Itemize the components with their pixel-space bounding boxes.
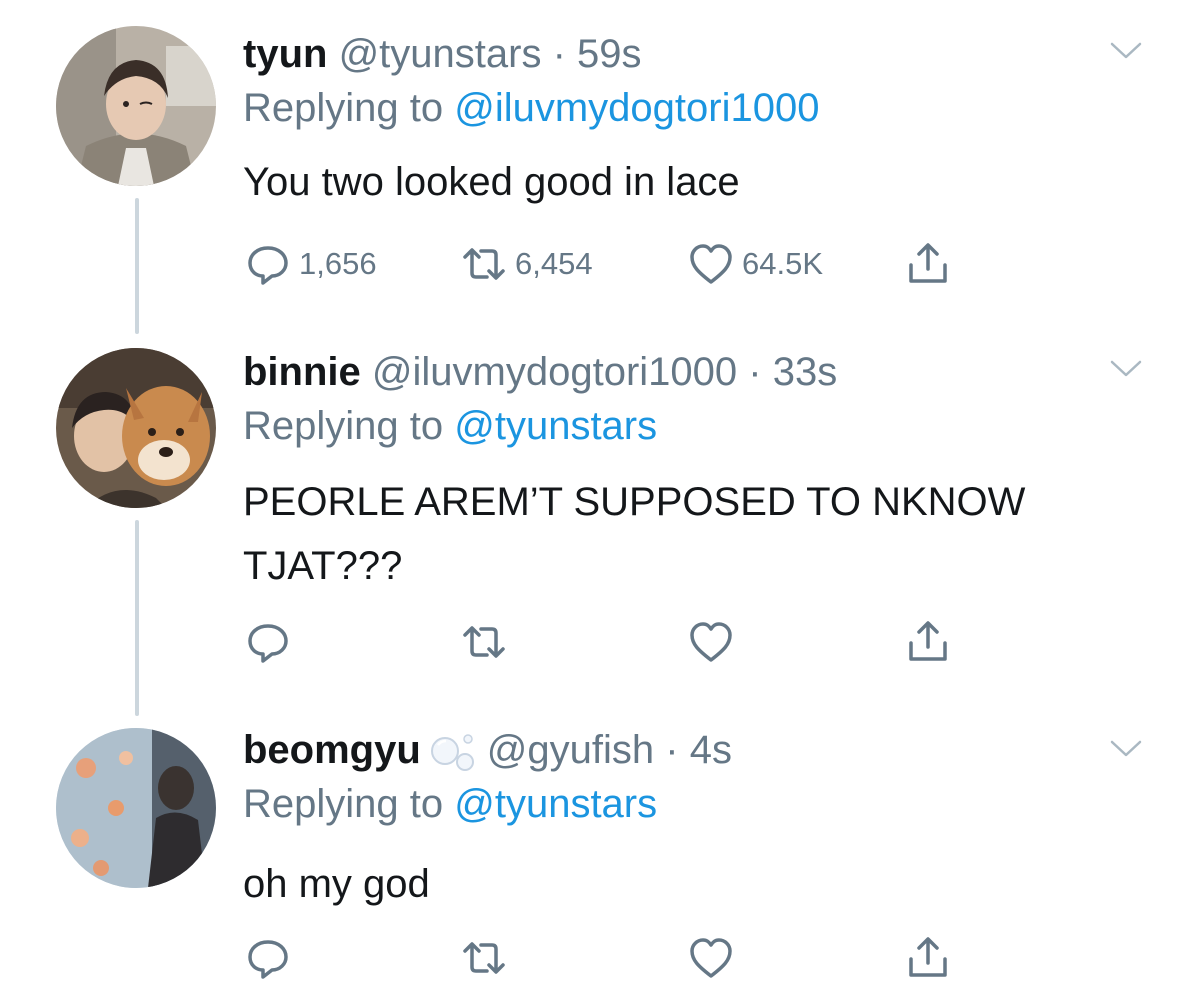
share-button[interactable]: [905, 614, 951, 670]
tweet[interactable]: beomgyu @gyufish · 4s Replying to @tyuns…: [0, 722, 1200, 992]
display-name[interactable]: tyun: [243, 32, 327, 76]
mention-link[interactable]: @tyunstars: [454, 404, 657, 448]
timestamp[interactable]: 59s: [577, 32, 642, 76]
replying-prefix: Replying to: [243, 782, 455, 826]
timestamp[interactable]: 33s: [773, 350, 838, 394]
reply-icon: [248, 624, 288, 663]
chevron-down-icon[interactable]: [1108, 354, 1144, 382]
retweet-icon: [463, 942, 505, 974]
retweet-count: 6,454: [515, 246, 593, 281]
replying-prefix: Replying to: [243, 404, 455, 448]
tweet-actions: 1,656 6,454 64.5K: [243, 236, 1003, 292]
tweet-header: beomgyu @gyufish · 4s: [243, 722, 732, 778]
tweet[interactable]: tyun @tyunstars · 59s Replying to @iluvm…: [0, 26, 1200, 316]
replying-to: Replying to @tyunstars: [243, 776, 657, 832]
bubbles-icon: [430, 734, 474, 772]
heart-icon: [690, 938, 732, 978]
tweet-actions: [243, 614, 1003, 670]
reply-icon: [248, 940, 288, 979]
separator: ·: [748, 350, 762, 394]
replying-prefix: Replying to: [243, 86, 455, 130]
avatar-image: [56, 26, 216, 186]
replying-to: Replying to @tyunstars: [243, 398, 657, 454]
retweet-icon: [463, 248, 505, 280]
share-icon: [909, 621, 947, 661]
mention-link[interactable]: @iluvmydogtori1000: [454, 86, 819, 130]
avatar[interactable]: [56, 348, 216, 508]
display-name[interactable]: beomgyu: [243, 728, 421, 772]
tweet-text: PEORLE AREM’T SUPPOSED TO NKNOW TJAT???: [243, 480, 1026, 588]
tweet[interactable]: binnie @iluvmydogtori1000 · 33s Replying…: [0, 344, 1200, 674]
reply-button[interactable]: [245, 930, 299, 986]
chevron-down-icon[interactable]: [1108, 734, 1144, 762]
user-handle[interactable]: @iluvmydogtori1000: [372, 350, 737, 394]
avatar-image: [56, 348, 216, 508]
heart-icon: [690, 244, 732, 284]
like-button[interactable]: 64.5K: [688, 236, 823, 292]
chevron-down-icon[interactable]: [1108, 36, 1144, 64]
timestamp[interactable]: 4s: [690, 728, 732, 772]
separator: ·: [552, 32, 566, 76]
tweet-text: oh my god: [243, 862, 430, 906]
reply-count: 1,656: [299, 246, 377, 281]
reply-button[interactable]: [245, 614, 299, 670]
display-name[interactable]: binnie: [243, 350, 361, 394]
share-icon: [909, 243, 947, 283]
tweet-header: tyun @tyunstars · 59s: [243, 26, 642, 82]
user-handle[interactable]: @gyufish: [487, 728, 654, 772]
user-handle[interactable]: @tyunstars: [339, 32, 542, 76]
avatar[interactable]: [56, 728, 216, 888]
reply-button[interactable]: 1,656: [245, 236, 377, 292]
share-button[interactable]: [905, 930, 951, 986]
replying-to: Replying to @iluvmydogtori1000: [243, 80, 819, 136]
retweet-icon: [463, 626, 505, 658]
heart-icon: [690, 622, 732, 662]
retweet-button[interactable]: 6,454: [461, 236, 593, 292]
like-button[interactable]: [688, 930, 742, 986]
like-button[interactable]: [688, 614, 742, 670]
share-button[interactable]: [905, 236, 951, 292]
tweet-text: You two looked good in lace: [243, 160, 740, 204]
retweet-button[interactable]: [461, 930, 515, 986]
avatar-image: [56, 728, 216, 888]
avatar[interactable]: [56, 26, 216, 186]
retweet-button[interactable]: [461, 614, 515, 670]
like-count: 64.5K: [742, 246, 824, 281]
reply-icon: [248, 246, 288, 285]
mention-link[interactable]: @tyunstars: [454, 782, 657, 826]
share-icon: [909, 937, 947, 977]
separator: ·: [665, 728, 679, 772]
tweet-header: binnie @iluvmydogtori1000 · 33s: [243, 344, 837, 400]
tweet-actions: [243, 930, 1003, 986]
